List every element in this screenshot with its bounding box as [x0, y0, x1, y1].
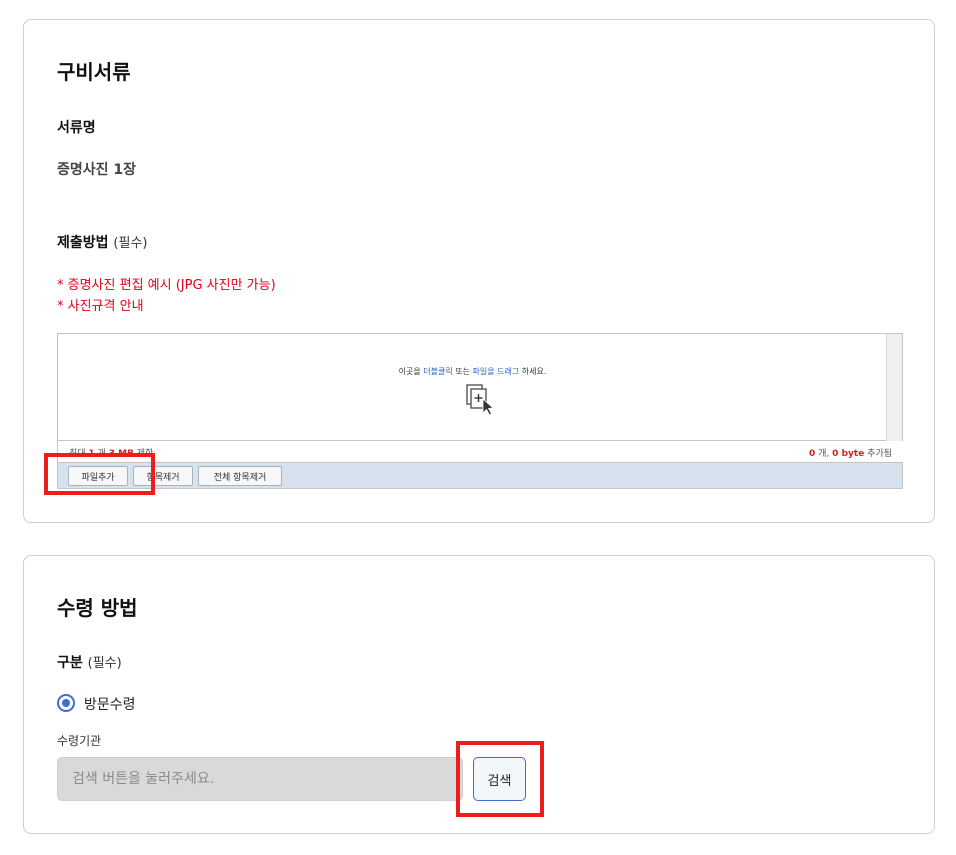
remove-all-button[interactable]: 전체 항목제거: [198, 466, 282, 486]
agency-label: 수령기관: [57, 734, 102, 748]
required-tag: (필수): [113, 236, 148, 251]
section-title-documents: 구비서류: [57, 60, 131, 84]
visit-pickup-label[interactable]: 방문수령: [84, 694, 136, 714]
submit-method-label: 제출방법: [57, 235, 109, 251]
doc-name-label: 서류명: [57, 120, 96, 136]
file-added-status: 0 개, 0 byte 추가됨: [809, 449, 892, 459]
required-tag: (필수): [87, 656, 122, 671]
photo-spec-link[interactable]: * 사진규격 안내: [57, 295, 144, 314]
required-documents-card: 구비서류 서류명 증명사진 1장 제출방법 (필수) * 증명사진 편집 예시 …: [23, 19, 935, 523]
search-highlight-box: [456, 741, 544, 817]
type-heading: 구분 (필수): [57, 652, 122, 672]
agency-search-input[interactable]: [57, 757, 463, 801]
radio-selected-dot: [62, 699, 70, 707]
add-document-icon: [466, 384, 494, 416]
file-drop-zone[interactable]: 이곳을 더블클릭 또는 파일을 드래그 하세요.: [58, 334, 887, 441]
uploader-button-bar: 파일추가 항목제거 전체 항목제거: [58, 462, 902, 488]
photo-example-link[interactable]: * 증명사진 편집 예시 (JPG 사진만 가능): [57, 274, 276, 293]
submit-method-heading: 제출방법 (필수): [57, 232, 147, 252]
drop-hint-text: 이곳을 더블클릭 또는 파일을 드래그 하세요.: [398, 367, 547, 376]
section-title-receive: 수령 방법: [57, 596, 138, 620]
receive-method-card: 수령 방법 구분 (필수) 방문수령 수령기관 검색: [23, 555, 935, 834]
add-file-highlight-box: [44, 453, 155, 495]
drop-zone-scrollbar[interactable]: [886, 334, 902, 441]
visit-pickup-radio[interactable]: [57, 694, 75, 712]
type-label: 구분: [57, 655, 83, 671]
doc-name-value: 증명사진 1장: [57, 162, 137, 178]
file-uploader: 이곳을 더블클릭 또는 파일을 드래그 하세요. 최대 1 개 3 MB 제한 …: [57, 333, 904, 489]
uploader-info-bar: 최대 1 개 3 MB 제한 0 개, 0 byte 추가됨: [58, 441, 904, 462]
